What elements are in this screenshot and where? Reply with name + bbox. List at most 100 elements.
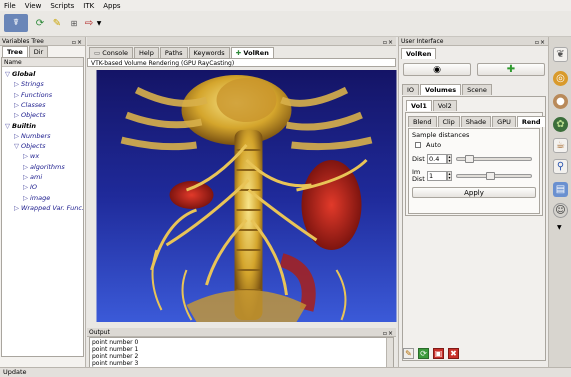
add-button[interactable]: ✚: [477, 63, 545, 76]
document-icon[interactable]: ▤: [553, 182, 568, 197]
ui-close-icon[interactable]: ▫×: [535, 38, 546, 47]
collapsed-arrow-icon[interactable]: ▷: [14, 80, 19, 88]
menu-scripts[interactable]: Scripts: [50, 2, 74, 10]
apply-button[interactable]: Apply: [412, 187, 536, 198]
tree-item-label: image: [30, 193, 51, 202]
collapsed-arrow-icon[interactable]: ▷: [14, 132, 19, 140]
brush-icon[interactable]: ✎: [48, 14, 66, 32]
tree-item[interactable]: ▷ image: [23, 194, 50, 202]
tree-item[interactable]: ▷ algorithms: [23, 163, 65, 171]
collapsed-arrow-icon[interactable]: ▷: [23, 183, 28, 191]
tab-gpu[interactable]: GPU: [492, 116, 516, 127]
im-dist-slider-thumb[interactable]: [486, 172, 496, 180]
output-title-bar: Output ▫×: [87, 328, 396, 337]
tree-view[interactable]: Name ▽ Global ▷ Strings ▷ Functions ▷ Classes ▷ O…: [1, 57, 84, 357]
edit-icon[interactable]: ✎: [403, 348, 414, 359]
tree-item[interactable]: ▽ Objects: [14, 142, 46, 150]
tab-vol1[interactable]: Vol1: [406, 100, 432, 111]
tab-volren[interactable]: ✚ VolRen: [230, 47, 274, 58]
output-scrollbar[interactable]: [386, 338, 393, 367]
app-logo-icon[interactable]: ☤: [4, 14, 28, 32]
plus-icon: ✚: [506, 64, 516, 75]
im-dist-input[interactable]: 1: [427, 171, 447, 181]
expanded-arrow-icon[interactable]: ▽: [14, 142, 19, 150]
tab-io[interactable]: IO: [402, 84, 420, 95]
menu-itk[interactable]: ITK: [83, 2, 94, 10]
menu-file[interactable]: File: [4, 2, 16, 10]
magnifier-icon[interactable]: ⚲: [553, 159, 568, 174]
tree-item[interactable]: ▷ Objects: [14, 111, 46, 119]
im-dist-slider[interactable]: [456, 172, 532, 180]
tab-volumes[interactable]: Volumes: [420, 84, 462, 95]
tree-item[interactable]: ▷ Strings: [14, 80, 44, 88]
delete-icon[interactable]: ✖: [448, 348, 459, 359]
collapsed-arrow-icon[interactable]: ▷: [23, 163, 28, 171]
im-dist-spinner[interactable]: ▴ ▾: [447, 171, 452, 181]
tree-item[interactable]: ▷ wx: [23, 152, 39, 160]
tree-item[interactable]: ▽ Builtin: [5, 122, 36, 130]
tab-vol2[interactable]: Vol2: [432, 100, 457, 111]
tab-scene[interactable]: Scene: [462, 84, 492, 95]
tab-shade[interactable]: Shade: [460, 116, 492, 127]
tree-item-label: algorithms: [30, 162, 65, 171]
menu-apps[interactable]: Apps: [103, 2, 120, 10]
sample-distances-label: Sample distances: [412, 131, 470, 139]
dist-input[interactable]: 0.4: [427, 154, 447, 164]
tab-tree[interactable]: Tree: [2, 46, 28, 57]
tree-item[interactable]: ▷ Classes: [14, 101, 46, 109]
refresh-icon[interactable]: ⟳: [418, 348, 429, 359]
tree-item[interactable]: ▷ Functions: [14, 91, 52, 99]
collapsed-arrow-icon[interactable]: ▷: [23, 194, 28, 202]
tab-rend[interactable]: Rend: [516, 116, 546, 127]
tree-item-label: Builtin: [12, 121, 37, 130]
bottom-actions: ✎ ⟳ ▣ ✖: [403, 348, 459, 359]
output-log[interactable]: point number 0 point number 1 point numb…: [89, 337, 394, 368]
collapsed-arrow-icon[interactable]: ▷: [23, 152, 28, 160]
reload-icon[interactable]: ⟳: [31, 14, 49, 32]
torus-icon[interactable]: ◎: [553, 71, 568, 86]
tab-keywords[interactable]: Keywords: [188, 47, 230, 58]
auto-checkbox[interactable]: [415, 142, 421, 148]
scroll-down-icon[interactable]: ▼: [557, 224, 562, 231]
collapsed-arrow-icon[interactable]: ▷: [14, 111, 19, 119]
coffee-icon[interactable]: ☕: [553, 138, 568, 153]
tree-item-label: Objects: [21, 142, 46, 151]
collapsed-arrow-icon[interactable]: ▷: [14, 91, 19, 99]
tree-tabs: Tree Dir: [0, 46, 85, 57]
head-icon[interactable]: ●: [553, 94, 568, 109]
close-window-icon[interactable]: ▣: [433, 348, 444, 359]
collapsed-arrow-icon[interactable]: ▷: [23, 173, 28, 181]
face-icon[interactable]: ☺: [553, 203, 568, 218]
tree-item[interactable]: ▽ Global: [5, 70, 35, 78]
collapsed-arrow-icon[interactable]: ▷: [14, 204, 19, 212]
brain-outline-icon[interactable]: ❦: [553, 47, 568, 62]
menu-view[interactable]: View: [25, 2, 42, 10]
tab-help[interactable]: Help: [134, 47, 159, 58]
view-button[interactable]: ◉: [403, 63, 471, 76]
center-tabs: ▭ Console Help Paths Keywords ✚ VolRen: [87, 46, 396, 58]
dist-spinner[interactable]: ▴ ▾: [447, 154, 452, 164]
tree-item[interactable]: ▷ IO: [23, 183, 37, 191]
expanded-arrow-icon[interactable]: ▽: [5, 70, 10, 78]
tab-console[interactable]: ▭ Console: [89, 47, 134, 58]
module-tabs: VolRen: [399, 46, 548, 59]
brain-icon[interactable]: ✿: [553, 117, 568, 132]
expanded-arrow-icon[interactable]: ▽: [5, 122, 10, 130]
tab-volren-module[interactable]: VolRen: [401, 48, 437, 59]
auto-checkbox-row: Auto: [415, 141, 441, 149]
tab-paths[interactable]: Paths: [159, 47, 188, 58]
tab-dir[interactable]: Dir: [28, 46, 49, 57]
dropdown-icon[interactable]: ▼: [95, 14, 103, 32]
volume-render-viewport[interactable]: [93, 70, 400, 322]
dist-slider-thumb[interactable]: [464, 155, 474, 163]
tree-item[interactable]: ▷ Numbers: [14, 132, 51, 140]
apps-sidebar: ❦ ◎ ● ✿ ☕ ⚲ ▤ ☺ ▼: [548, 37, 571, 367]
dist-slider[interactable]: [456, 155, 532, 163]
collapsed-arrow-icon[interactable]: ▷: [14, 101, 19, 109]
center-close-icon[interactable]: ▫×: [383, 38, 394, 47]
tree-item[interactable]: ▷ ami: [23, 173, 42, 181]
tab-clip[interactable]: Clip: [437, 116, 460, 127]
tree-item[interactable]: ▷ Wrapped Var. Func.: [14, 204, 84, 212]
panel-close-icon[interactable]: ▫×: [72, 38, 83, 47]
tab-blend[interactable]: Blend: [408, 116, 437, 127]
